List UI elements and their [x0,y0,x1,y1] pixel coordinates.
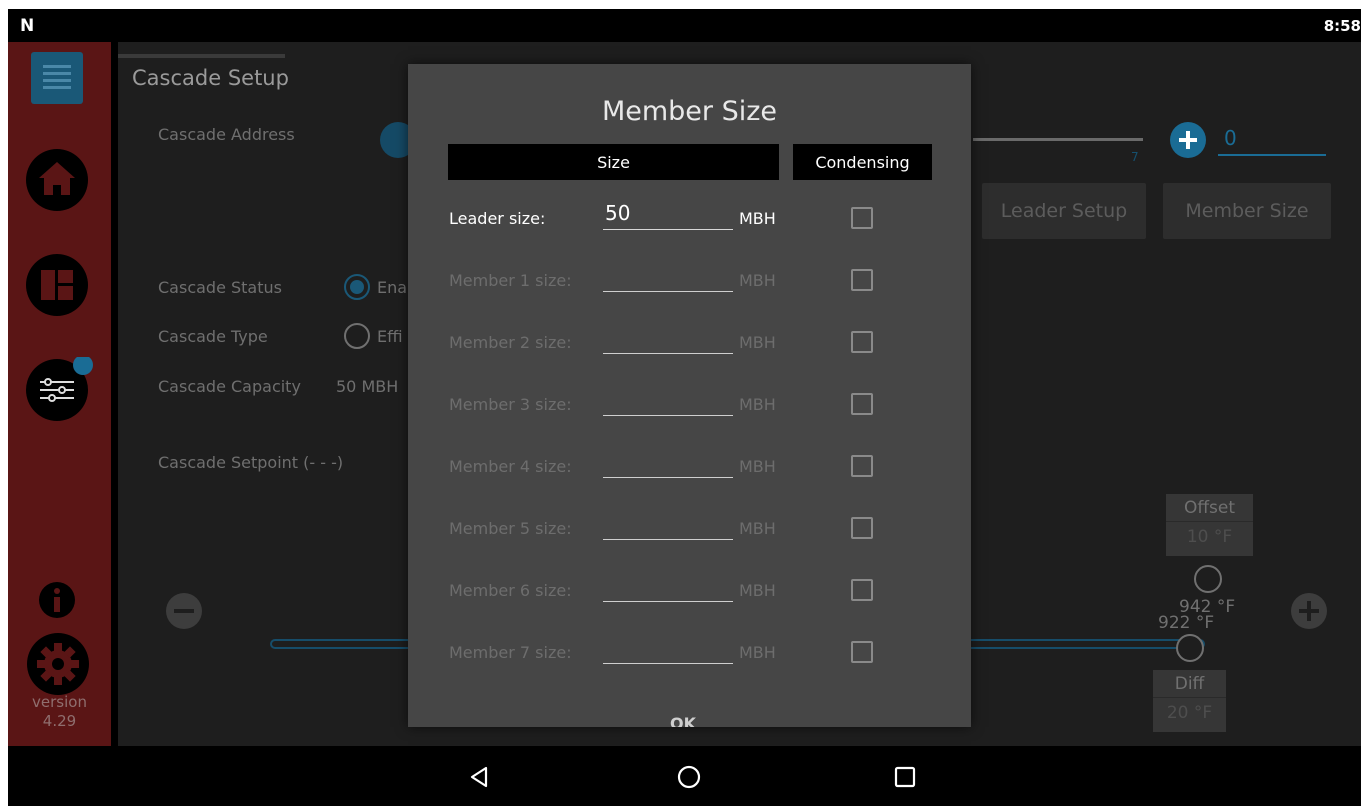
setpoint-increment-button[interactable] [1291,593,1327,629]
recent-square-icon [894,766,916,788]
member-3-size-input[interactable] [603,384,733,416]
lower-slider-thumb[interactable] [1176,634,1204,662]
member-4-size-input[interactable] [603,446,733,478]
member-size-button[interactable]: Member Size [1163,183,1331,239]
member-5-condensing-checkbox[interactable] [851,517,873,539]
member-6-size-input[interactable] [603,570,733,602]
upper-slider-thumb[interactable] [1194,565,1222,593]
plus-icon [1299,601,1319,621]
size-column-header: Size [448,144,779,180]
home-icon [26,149,88,211]
leader-setup-button[interactable]: Leader Setup [982,183,1146,239]
leader-size-label: Leader size: [449,209,546,228]
size-unit-label: MBH [739,581,776,600]
tab-indicator [118,54,285,58]
navigation-bar [8,746,1361,806]
plus-icon [1179,131,1197,149]
member-size-dialog: Member Size Size Condensing Leader size:… [408,64,971,727]
member-6-size-label: Member 6 size: [449,581,572,600]
version-label: version [32,693,87,711]
cascade-capacity-value: 50 MBH [336,377,399,396]
cascade-status-label: Cascade Status [158,278,282,297]
size-unit-label: MBH [739,209,776,228]
member-1-size-label: Member 1 size: [449,271,572,290]
sidebar: version 4.29 [8,42,111,746]
settings-sliders-button[interactable] [24,355,93,423]
sliders-icon [26,355,93,421]
offset-value: 10 °F [1186,527,1233,547]
member-2-size-label: Member 2 size: [449,333,572,352]
cascade-setpoint-label: Cascade Setpoint (- - -) [158,453,344,472]
size-unit-label: MBH [739,519,776,538]
offset-label: Offset [1166,494,1253,522]
dialog-title: Member Size [601,96,778,127]
member-6-condensing-checkbox[interactable] [851,579,873,601]
member-4-condensing-checkbox[interactable] [851,455,873,477]
dashboard-icon [26,254,88,316]
member-5-size-label: Member 5 size: [449,519,572,538]
member-5-size-input[interactable] [603,508,733,540]
status-time: 8:58 [1323,17,1361,35]
status-bar: N 8:58 [8,9,1361,42]
minus-icon [174,609,194,613]
offset-box: Offset 10 °F [1166,494,1253,556]
gear-button[interactable] [25,631,91,697]
cascade-type-label: Cascade Type [158,327,268,346]
leader-size-input[interactable]: 50 [603,198,733,230]
ok-button[interactable]: OK [670,714,696,727]
member-7-condensing-checkbox[interactable] [851,641,873,663]
member-3-size-label: Member 3 size: [449,395,572,414]
info-icon [39,582,75,618]
member-2-condensing-checkbox[interactable] [851,331,873,353]
condensing-column-header: Condensing [793,144,932,180]
member-4-size-label: Member 4 size: [449,457,572,476]
member-2-size-input[interactable] [603,322,733,354]
diff-label: Diff [1153,670,1226,698]
version-number: 4.29 [42,712,77,730]
nav-back-button[interactable] [462,760,496,794]
back-triangle-icon [470,766,488,788]
member-3-condensing-checkbox[interactable] [851,393,873,415]
device-screen: N 8:58 version 4.29 Cascade Setup Cascad… [8,9,1361,806]
version-info: version 4.29 [8,693,111,731]
size-unit-label: MBH [739,643,776,662]
notification-logo-icon: N [20,16,35,36]
nav-home-button[interactable] [672,760,706,794]
cascade-address-label: Cascade Address [158,125,295,144]
size-unit-label: MBH [739,395,776,414]
size-unit-label: MBH [739,457,776,476]
address-slider-tick: 7 [1131,150,1139,164]
leader-condensing-checkbox[interactable] [851,207,873,229]
page-title: Cascade Setup [132,66,289,90]
cascade-type-option: Effi [377,327,403,346]
member-7-size-label: Member 7 size: [449,643,572,662]
member-1-condensing-checkbox[interactable] [851,269,873,291]
cascade-status-option: Ena [377,278,408,297]
address-slider-track[interactable] [973,138,1143,141]
size-unit-label: MBH [739,333,776,352]
home-circle-icon [677,765,701,789]
cascade-status-enabled-radio[interactable] [344,274,370,300]
home-button[interactable] [24,147,90,213]
cascade-type-efficiency-radio[interactable] [344,323,370,349]
info-button[interactable] [37,580,77,620]
diff-box: Diff 20 °F [1153,670,1226,732]
diff-value: 20 °F [1166,703,1213,723]
dashboard-button[interactable] [24,252,90,318]
menu-button[interactable] [31,52,83,104]
address-value-field[interactable]: 0 [1218,126,1326,156]
size-unit-label: MBH [739,271,776,290]
lower-thumb-value: 922 °F [1158,613,1215,633]
menu-icon [31,52,83,104]
address-increment-button[interactable] [1170,122,1206,158]
member-1-size-input[interactable] [603,260,733,292]
cascade-capacity-label: Cascade Capacity [158,377,301,396]
member-7-size-input[interactable] [603,632,733,664]
nav-recent-button[interactable] [888,760,922,794]
setpoint-decrement-button[interactable] [166,593,202,629]
gear-icon [27,633,89,695]
